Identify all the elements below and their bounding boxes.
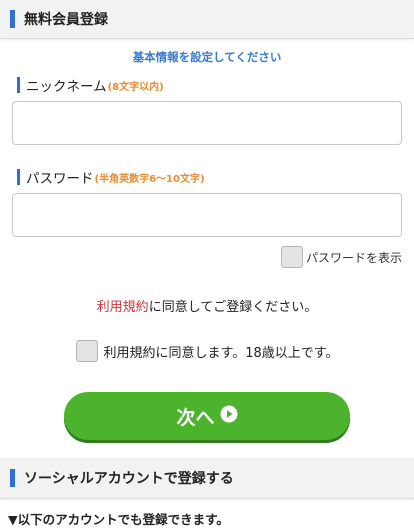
password-label: パスワード (半角英数字6～10文字) xyxy=(17,167,205,187)
agreement-toggle[interactable]: 利用規約に同意します。18歳以上です。 xyxy=(0,340,414,362)
password-label-text: パスワード xyxy=(26,171,94,187)
show-password-toggle[interactable]: パスワードを表示 xyxy=(280,246,402,268)
terms-link[interactable]: 利用規約 xyxy=(97,300,149,315)
agreement-instruction: 利用規約に同意してご登録ください。 xyxy=(0,296,414,315)
agreement-checkbox[interactable] xyxy=(75,340,98,362)
show-password-checkbox[interactable] xyxy=(280,246,303,268)
show-password-label[interactable]: パスワードを表示 xyxy=(306,249,402,266)
registration-title: 無料会員登録 xyxy=(24,12,108,28)
next-button[interactable]: 次へ xyxy=(64,392,350,440)
social-note: ▼以下のアカウントでも登録できます。 xyxy=(8,512,229,527)
nickname-label-text: ニックネーム xyxy=(26,79,107,95)
password-note: (半角英数字6～10文字) xyxy=(94,173,205,185)
social-title: ソーシャルアカウントで登録する xyxy=(24,471,234,487)
section-marker xyxy=(10,469,15,487)
field-marker xyxy=(17,77,20,93)
agreement-checkbox-label[interactable]: 利用規約に同意します。18歳以上です。 xyxy=(104,342,339,361)
form-subtitle: 基本情報を設定してください xyxy=(132,50,282,64)
next-button-label[interactable]: 次へ xyxy=(176,403,214,430)
agreement-instruction-text: に同意してご登録ください。 xyxy=(148,300,318,315)
password-input[interactable] xyxy=(12,193,402,237)
field-marker xyxy=(17,169,20,185)
registration-section-header: 無料会員登録 xyxy=(0,0,414,39)
play-circle-icon xyxy=(220,405,238,427)
social-section-header: ソーシャルアカウントで登録する xyxy=(0,458,414,499)
nickname-label: ニックネーム (8文字以内) xyxy=(17,75,164,95)
nickname-input[interactable] xyxy=(12,101,402,145)
nickname-note: (8文字以内) xyxy=(107,81,164,93)
section-marker xyxy=(10,10,15,28)
